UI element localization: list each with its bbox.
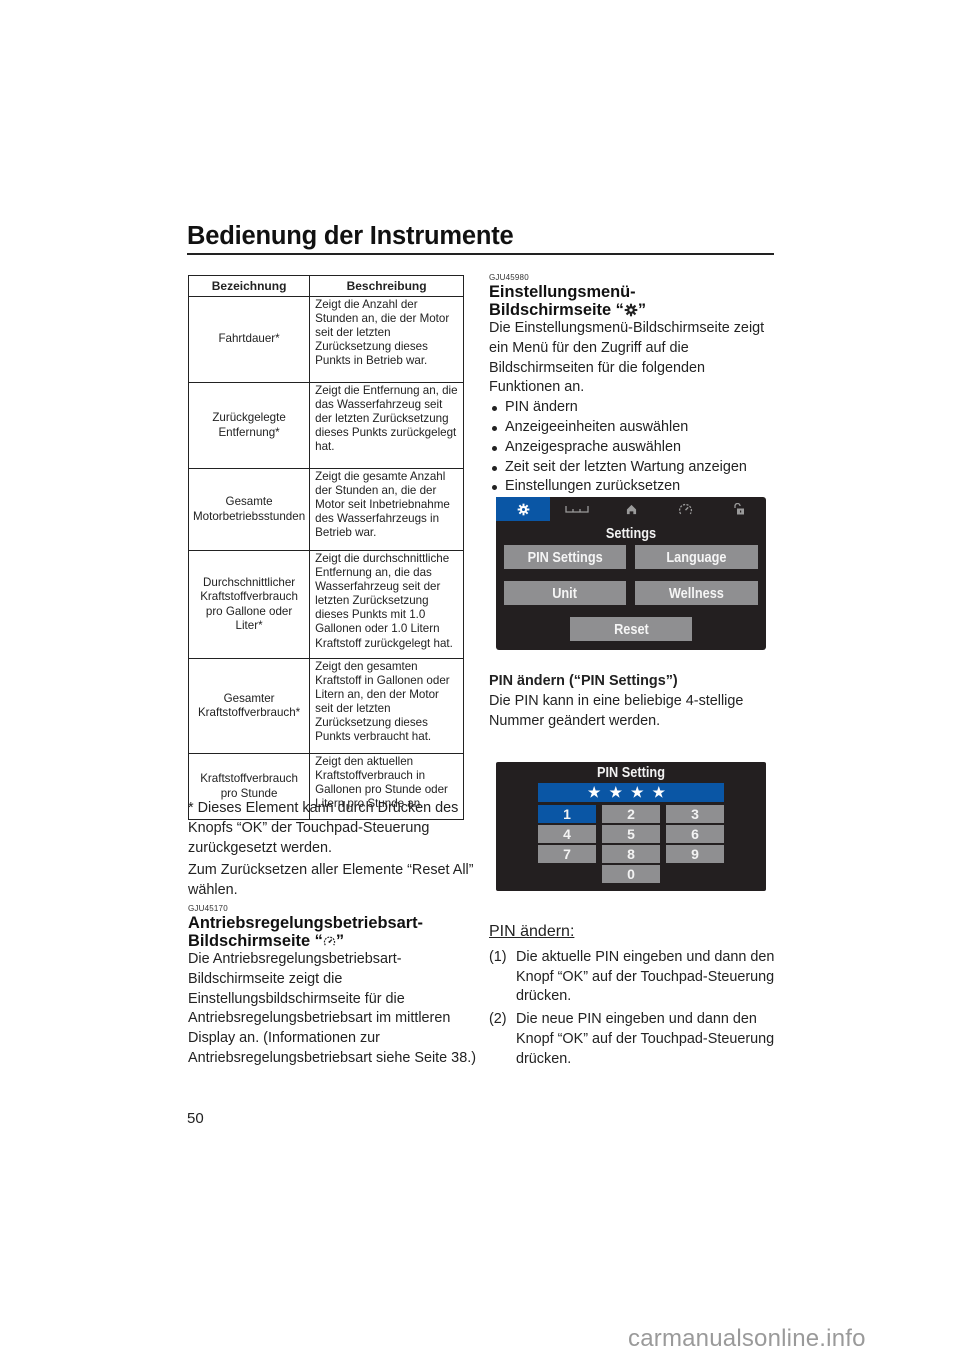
page-number: 50 [187, 1110, 204, 1127]
unlock-icon [734, 503, 744, 515]
pin-settings-button[interactable]: PIN Settings [504, 545, 626, 569]
list-item: Anzeigesprache auswählen [489, 438, 779, 458]
footnote-text: * Dieses Element kann durch Drücken des … [188, 800, 459, 856]
row-name: Gesamter Kraftstoffverbrauch* [187, 658, 311, 754]
list-item: Anzeigeeinheiten auswählen [489, 418, 779, 438]
section-body: Die Antriebsregelungsbetriebsart-Bildsch… [188, 950, 476, 1066]
screen-tab-bar [496, 497, 766, 521]
step-text: Die aktuelle PIN eingeben und dann den K… [516, 948, 775, 1005]
step-number: (1) [489, 948, 507, 965]
gauge-icon [323, 936, 335, 946]
pin-subheading: PIN ändern (“PIN Settings”) [489, 673, 678, 689]
row-name: Zurückgelegte Entfernung* [187, 382, 311, 469]
row-name: Fahrtdauer* [187, 296, 311, 383]
heading-line: Antriebsregelungsbetriebsart- [188, 913, 423, 932]
step-text: Die neue PIN eingeben und dann den Knopf… [516, 1011, 775, 1067]
button-label: Unit [552, 584, 578, 602]
keypad-key-8[interactable]: 8 [602, 845, 660, 863]
keypad-key-9[interactable]: 9 [666, 845, 724, 863]
pin-body: Die PIN kann in eine beliebige 4-stellig… [489, 692, 744, 729]
heading-text: Bildschirmseite “ [188, 931, 323, 950]
spec-table: Bezeichnung Beschreibung Fahrtdauer* Zei… [187, 275, 464, 820]
keypad-key-6[interactable]: 6 [666, 825, 724, 843]
procedure-step: (2) Die neue PIN eingeben und dann den Kn… [489, 1010, 779, 1069]
row-name: Gesamte Motorbetriebsstunden [187, 468, 311, 551]
section-heading-settings: Einstellungsmenü- Bildschirmseite “ ” [489, 283, 779, 319]
keypad-key-5[interactable]: 5 [602, 825, 660, 843]
settings-screen-illustration: Settings PIN Settings Language Unit Well… [496, 497, 766, 650]
wellness-button[interactable]: Wellness [635, 581, 758, 605]
tab-drive-mode[interactable] [658, 497, 712, 521]
pin-input-field[interactable]: ★★★★ [538, 783, 724, 802]
tab-measurement[interactable] [550, 497, 604, 521]
column-header: Bezeichnung [187, 275, 311, 297]
keypad-key-3[interactable]: 3 [666, 805, 724, 823]
tab-settings[interactable] [496, 497, 550, 521]
section-heading-drive-mode: Antriebsregelungsbetriebsart- Bildschirm… [188, 914, 478, 950]
section-code: GJU45170 [188, 903, 228, 913]
reset-button[interactable]: Reset [570, 617, 692, 641]
heading-text: Bildschirmseite “ [489, 301, 624, 319]
step-number: (2) [489, 1011, 507, 1028]
heading-text: ” [637, 301, 647, 319]
heading-line: Bildschirmseite “ ” [188, 932, 478, 950]
section-intro: Die Einstellungsmenü-Bildschirmseite zei… [489, 320, 765, 396]
row-description: Zeigt die durchschnittliche Entfernung a… [309, 550, 464, 659]
pin-change-procedure: PIN ändern: (1) Die aktuelle PIN eingeben… [489, 922, 779, 1070]
column-header: Beschreibung [309, 275, 464, 297]
button-label: Reset [613, 620, 649, 638]
procedure-heading: PIN ändern: [489, 923, 575, 940]
table-row: Fahrtdauer* Zeigt die Anzahl der Stunden… [187, 296, 464, 383]
home-icon [626, 504, 636, 514]
keypad-key-4[interactable]: 4 [538, 825, 596, 843]
table-row: Gesamte Motorbetriebsstunden Zeigt die g… [187, 468, 464, 551]
page-title: Bedienung der Instrumente [187, 222, 514, 250]
row-description: Zeigt den gesamten Kraftstoff in Gallone… [309, 658, 464, 754]
right-column-top: GJU45980 Einstellungsmenü- Bildschirmsei… [489, 273, 779, 497]
list-item: PIN ändern [489, 398, 779, 418]
pin-screen-illustration: PIN Setting ★★★★ 1 2 3 4 5 6 7 8 9 0 [496, 762, 766, 891]
row-description: Zeigt die Anzahl der Stunden an, die der… [309, 296, 464, 383]
procedure-steps: (1) Die aktuelle PIN eingeben und dann de… [489, 948, 779, 1070]
section-code: GJU45980 [489, 273, 529, 282]
heading-text: ” [335, 931, 345, 950]
settings-screen-title: Settings [605, 525, 657, 542]
row-description: Zeigt die gesamte Anzahl der Stunden an,… [309, 468, 464, 551]
table-row: Gesamter Kraftstoffverbrauch* Zeigt den … [187, 658, 464, 754]
row-name: Durchschnittlicher Kraftstoffverbrauch p… [187, 550, 311, 659]
table-header-row: Bezeichnung Beschreibung [187, 275, 464, 297]
gauge-icon [678, 503, 692, 515]
title-divider [187, 253, 774, 255]
tab-home[interactable] [604, 497, 658, 521]
keypad-key-2[interactable]: 2 [602, 805, 660, 823]
ruler-icon [565, 506, 589, 513]
keypad-key-1[interactable]: 1 [538, 805, 596, 823]
pin-masked-value: ★★★★ [587, 784, 675, 800]
tab-lock[interactable] [712, 497, 766, 521]
table-row: Durchschnittlicher Kraftstoffverbrauch p… [187, 550, 464, 659]
procedure-step: (1) Die aktuelle PIN eingeben und dann de… [489, 948, 779, 1007]
list-item: Einstellungen zurücksetzen [489, 477, 779, 497]
gear-icon [624, 303, 638, 317]
keypad-key-7[interactable]: 7 [538, 845, 596, 863]
table-row: Zurückgelegte Entfernung* Zeigt die Entf… [187, 382, 464, 469]
heading-line: Bildschirmseite “ ” [489, 301, 779, 319]
button-label: Language [666, 548, 727, 566]
pin-change-description: PIN ändern (“PIN Settings”) Die PIN kann… [489, 672, 779, 731]
keypad-key-0[interactable]: 0 [602, 865, 660, 883]
list-item: Zeit seit der letzten Wartung anzeigen [489, 458, 779, 478]
unit-button[interactable]: Unit [504, 581, 626, 605]
button-label: PIN Settings [527, 548, 603, 566]
function-list: PIN ändern Anzeigeeinheiten auswählen An… [489, 398, 779, 497]
left-column-notes: * Dieses Element kann durch Drücken des … [188, 799, 478, 1069]
watermark[interactable]: carmanualsonline.info [628, 1325, 866, 1353]
gear-icon [517, 503, 529, 515]
heading-line: Einstellungsmenü- [489, 283, 636, 301]
pin-screen-title: PIN Setting [596, 764, 665, 781]
row-description: Zeigt die Entfernung an, die das Wasserf… [309, 382, 464, 469]
language-button[interactable]: Language [635, 545, 758, 569]
reset-all-note: Zum Zurücksetzen aller Elemente “Reset A… [188, 862, 474, 899]
button-label: Wellness [668, 584, 725, 602]
